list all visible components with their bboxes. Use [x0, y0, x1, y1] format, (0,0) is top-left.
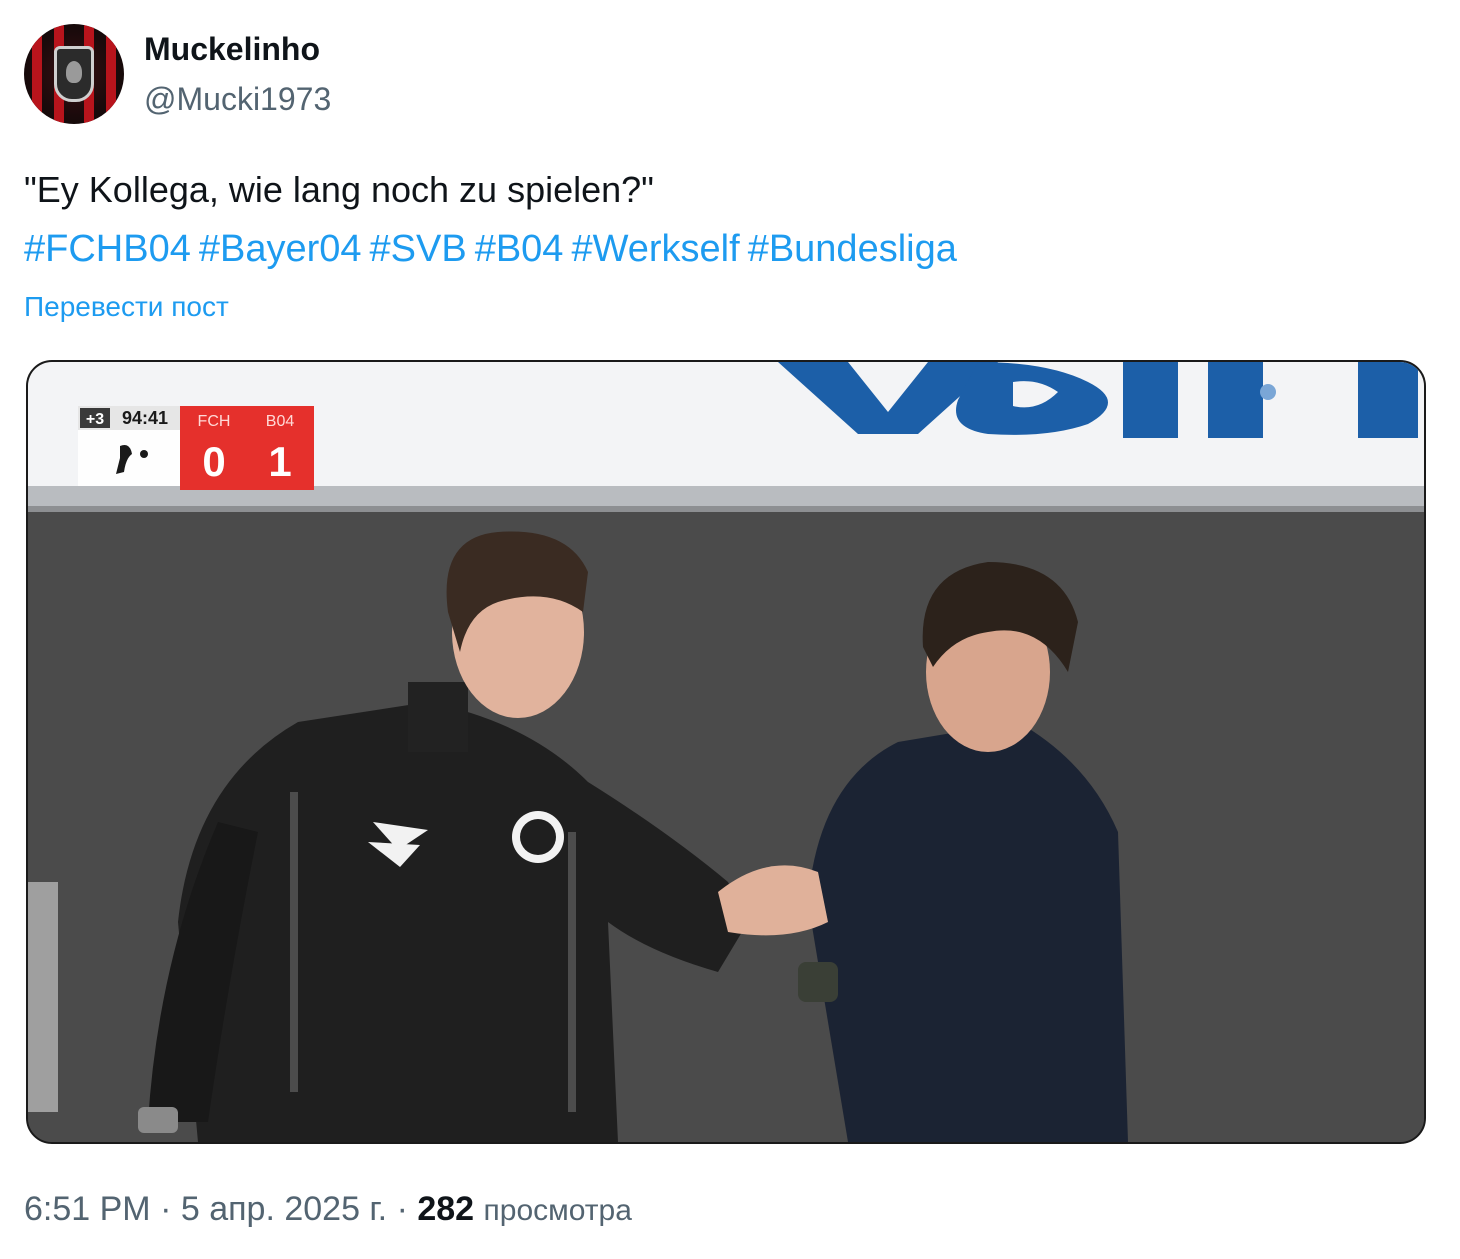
- hashtag-link[interactable]: #Werkself: [571, 228, 739, 270]
- tweet-media-image[interactable]: +3 94:41 FCH B04 0 1: [26, 360, 1426, 1144]
- fence-post: [28, 882, 58, 1112]
- hashtag-link[interactable]: #B04: [475, 228, 564, 270]
- board-edge-shadow: [28, 506, 1424, 512]
- away-team: B04: [266, 413, 295, 430]
- author-name[interactable]: Muckelinho: [144, 30, 320, 68]
- footer-separator: ·: [160, 1190, 172, 1228]
- tweet-card: Muckelinho @Mucki1973 "Ey Kollega, wie l…: [0, 0, 1460, 1259]
- post-time[interactable]: 6:51 PM: [24, 1190, 151, 1228]
- media-scene: +3 94:41 FCH B04 0 1: [28, 362, 1424, 1142]
- ad-letter-shape: [1123, 362, 1178, 438]
- post-date[interactable]: 5 апр. 2025 г.: [181, 1190, 387, 1228]
- away-score: 1: [268, 438, 291, 485]
- views-label: просмотра: [483, 1194, 632, 1227]
- avatar-crest-icon: [54, 46, 94, 102]
- views-count: 282: [417, 1190, 475, 1228]
- ad-letter-shape: [1208, 362, 1263, 438]
- added-time: +3: [86, 411, 104, 428]
- ad-letter-shape: [1358, 362, 1418, 438]
- home-team: FCH: [198, 413, 231, 430]
- home-score: 0: [202, 438, 225, 485]
- avatar-stripe: [106, 24, 116, 124]
- hashtag-link[interactable]: #SVB: [370, 228, 467, 270]
- league-logo-bg: [78, 430, 180, 486]
- ad-logo-icon: [1260, 384, 1276, 400]
- avatar-stripe: [32, 24, 42, 124]
- translate-post-link[interactable]: Перевести пост: [24, 290, 229, 324]
- ball-icon: [140, 450, 148, 458]
- hashtag-link[interactable]: #Bundesliga: [748, 228, 957, 270]
- hashtag-link[interactable]: #FCHB04: [24, 228, 191, 270]
- author-handle[interactable]: @Mucki1973: [144, 80, 331, 118]
- match-clock: 94:41: [122, 408, 168, 428]
- tweet-footer: 6:51 PM · 5 апр. 2025 г. · 282 просмотра: [24, 1188, 632, 1232]
- footer-separator: ·: [396, 1190, 408, 1228]
- scoreboard: +3 94:41 FCH B04 0 1: [78, 406, 314, 490]
- hashtag-link[interactable]: #Bayer04: [199, 228, 362, 270]
- tweet-text: "Ey Kollega, wie lang noch zu spielen?": [24, 169, 654, 210]
- hashtag-list: #FCHB04 #Bayer04 #SVB #B04 #Werkself #Bundesl…: [24, 226, 965, 272]
- avatar[interactable]: [24, 24, 124, 124]
